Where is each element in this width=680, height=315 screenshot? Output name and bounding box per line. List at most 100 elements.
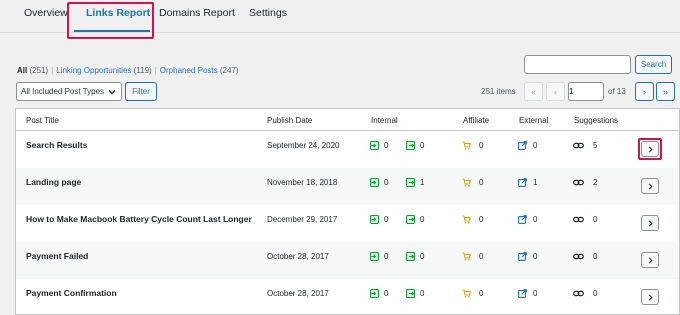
search-button[interactable]: Search (635, 55, 672, 74)
cart-icon (462, 289, 471, 298)
suggestions-count[interactable]: 0 (593, 215, 597, 224)
table-header: Post Title Publish Date Internal Affilia… (16, 109, 679, 131)
view-filters: All (251) | Linking Opportunities (119) | Or… (17, 66, 239, 75)
filter-all-count: (251) (29, 66, 49, 75)
filter-orphaned-posts[interactable]: Orphaned Posts (247) (160, 66, 239, 75)
internal-outbound-count[interactable]: 0 (420, 141, 424, 150)
external-count[interactable]: 0 (533, 252, 537, 261)
post-type-select[interactable]: All Included Post Types (16, 82, 122, 101)
outbound-link-icon (406, 141, 415, 150)
affiliate-count[interactable]: 0 (479, 178, 483, 187)
external-count[interactable]: 0 (533, 289, 537, 298)
tab-links-report[interactable]: Links Report (86, 7, 150, 19)
suggestions-count[interactable]: 5 (593, 141, 597, 150)
cart-icon (462, 252, 471, 261)
filter-linking-opportunities[interactable]: Linking Opportunities (119) (56, 66, 151, 75)
internal-outbound-count[interactable]: 0 (420, 252, 424, 261)
inbound-link-icon (370, 178, 379, 187)
publish-date: November 18, 2018 (267, 178, 338, 187)
expand-row-button[interactable] (641, 215, 659, 231)
affiliate-count[interactable]: 0 (479, 215, 483, 224)
internal-inbound-count[interactable]: 0 (384, 178, 388, 187)
outbound-link-icon (406, 252, 415, 261)
tab-domains-report[interactable]: Domains Report (159, 7, 235, 19)
internal-inbound-count[interactable]: 0 (384, 289, 388, 298)
outbound-link-icon (406, 178, 415, 187)
table-row: Landing page November 18, 2018 0 1 0 1 2 (16, 168, 679, 205)
inbound-link-icon (370, 252, 379, 261)
items-count: 251 items (481, 87, 516, 96)
post-title-link[interactable]: Search Results (26, 140, 87, 150)
affiliate-count[interactable]: 0 (479, 289, 483, 298)
current-page-input[interactable] (568, 82, 604, 101)
column-header-affiliate[interactable]: Affiliate (463, 116, 489, 125)
cart-icon (462, 178, 471, 187)
column-header-internal[interactable]: Internal (371, 116, 398, 125)
external-link-icon (518, 215, 527, 224)
cart-icon (462, 215, 471, 224)
internal-inbound-count[interactable]: 0 (384, 252, 388, 261)
chevron-right-icon (647, 256, 654, 265)
external-link-icon (518, 141, 527, 150)
post-title-link[interactable]: Payment Confirmation (26, 288, 117, 298)
external-link-icon (518, 252, 527, 261)
affiliate-count[interactable]: 0 (479, 141, 483, 150)
post-title-link[interactable]: Landing page (26, 177, 81, 187)
tab-settings[interactable]: Settings (249, 7, 287, 19)
last-page-button[interactable]: » (656, 82, 675, 101)
expand-row-button[interactable] (641, 289, 659, 305)
filter-orphaned-count: (247) (219, 66, 239, 75)
external-count[interactable]: 0 (533, 141, 537, 150)
publish-date: December 29, 2017 (267, 215, 338, 224)
external-count[interactable]: 0 (533, 215, 537, 224)
prev-page-button[interactable]: ‹ (546, 82, 565, 101)
publish-date: October 28, 2017 (267, 289, 329, 298)
column-header-suggestions[interactable]: Suggestions (574, 116, 618, 125)
expand-row-button[interactable] (641, 178, 659, 194)
expand-row-button[interactable] (641, 141, 659, 157)
internal-inbound-count[interactable]: 0 (384, 141, 388, 150)
chevron-right-icon (647, 182, 654, 191)
filter-button[interactable]: Filter (125, 82, 157, 101)
first-page-button[interactable]: « (524, 82, 543, 101)
table-row: Payment Confirmation October 28, 2017 0 … (16, 279, 679, 314)
table-row: Payment Failed October 28, 2017 0 0 0 0 … (16, 242, 679, 279)
post-type-selected: All Included Post Types (21, 87, 105, 96)
table-row: How to Make Macbook Battery Cycle Count … (16, 205, 679, 242)
chevron-down-icon (108, 90, 116, 95)
inbound-link-icon (370, 289, 379, 298)
affiliate-count[interactable]: 0 (479, 252, 483, 261)
internal-outbound-count[interactable]: 1 (420, 178, 424, 187)
suggestions-count[interactable]: 2 (593, 178, 597, 187)
column-header-post-title[interactable]: Post Title (26, 116, 59, 125)
post-title-link[interactable]: Payment Failed (26, 251, 88, 261)
inbound-link-icon (370, 215, 379, 224)
external-link-icon (518, 178, 527, 187)
links-report-table: Post Title Publish Date Internal Affilia… (15, 108, 680, 315)
next-page-button[interactable]: › (635, 82, 654, 101)
internal-outbound-count[interactable]: 0 (420, 289, 424, 298)
link-icon (573, 289, 584, 298)
outbound-link-icon (406, 215, 415, 224)
internal-inbound-count[interactable]: 0 (384, 215, 388, 224)
column-header-external[interactable]: External (519, 116, 548, 125)
expand-row-button[interactable] (641, 252, 659, 268)
post-title-link[interactable]: How to Make Macbook Battery Cycle Count … (26, 214, 252, 224)
total-pages-label: of 13 (608, 87, 626, 96)
chevron-right-icon (647, 293, 654, 302)
table-row: Search Results September 24, 2020 0 0 0 … (16, 131, 679, 168)
inbound-link-icon (370, 141, 379, 150)
filter-all[interactable]: All (251) (17, 66, 48, 75)
external-link-icon (518, 289, 527, 298)
filter-separator: | (154, 66, 157, 75)
tab-overview[interactable]: Overview (24, 7, 68, 19)
search-input[interactable] (524, 55, 631, 74)
column-header-publish-date[interactable]: Publish Date (267, 116, 312, 125)
suggestions-count[interactable]: 0 (593, 252, 597, 261)
filter-all-label: All (17, 66, 28, 75)
cart-icon (462, 141, 471, 150)
suggestions-count[interactable]: 0 (593, 289, 597, 298)
link-icon (573, 252, 584, 261)
internal-outbound-count[interactable]: 0 (420, 215, 424, 224)
external-count[interactable]: 1 (533, 178, 537, 187)
